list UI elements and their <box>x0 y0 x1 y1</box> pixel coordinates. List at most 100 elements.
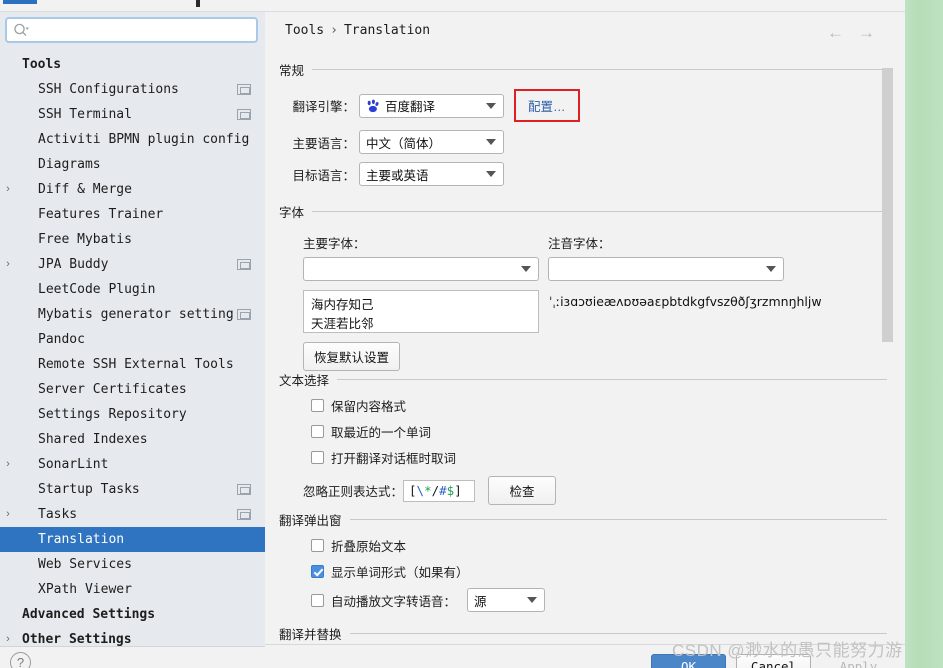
sidebar-item-features-trainer[interactable]: Features Trainer <box>0 202 265 227</box>
popup-label-1: 显示单词形式（如果有） <box>331 566 469 580</box>
target-language-value: 主要或英语 <box>366 168 429 183</box>
sidebar-item-mybatis-generator-setting[interactable]: Mybatis generator setting <box>0 302 265 327</box>
sidebar-item-settings-repository[interactable]: Settings Repository <box>0 402 265 427</box>
phonetic-font-combobox[interactable] <box>548 257 784 281</box>
sidebar-item-label: Features Trainer <box>38 207 164 222</box>
sidebar-item-free-mybatis[interactable]: Free Mybatis <box>0 227 265 252</box>
chevron-right-icon[interactable]: › <box>0 452 16 477</box>
section-general: 常规 翻译引擎： 百度翻译 配置… 主要语言： 中文（简体） 目标语言： 主要或… <box>279 60 887 186</box>
titlebar-chip <box>3 0 37 4</box>
dialog-titlebar <box>0 0 905 12</box>
text-selection-label-0: 保留内容格式 <box>331 400 407 414</box>
help-icon[interactable]: ? <box>10 652 31 668</box>
reset-defaults-button[interactable]: 恢复默认设置 <box>303 342 401 371</box>
popup-checkbox-0[interactable] <box>311 539 324 552</box>
section-divider <box>349 519 887 520</box>
section-divider <box>349 633 887 634</box>
sidebar-item-label: Translation <box>38 532 125 547</box>
chevron-down-icon <box>527 597 538 603</box>
section-replace-title: 翻译并替换 <box>279 628 342 642</box>
content-scrollbar-track[interactable] <box>882 40 899 640</box>
font-fields-row: 主要字体： 注音字体： <box>279 233 887 281</box>
chevron-right-icon[interactable]: › <box>0 252 16 277</box>
search-input[interactable] <box>30 20 256 40</box>
sidebar-item-diff-merge[interactable]: › Diff & Merge <box>0 177 265 202</box>
font-preview-line-1: 海内存知己 <box>311 298 374 312</box>
section-font-header: 字体 <box>279 202 887 221</box>
sidebar-item-tasks[interactable]: › Tasks <box>0 502 265 527</box>
sidebar-item-diagrams[interactable]: Diagrams <box>0 152 265 177</box>
navigation-arrows: ← → <box>827 24 875 41</box>
sidebar-item-label: Diff & Merge <box>38 182 132 197</box>
back-arrow-icon[interactable]: ← <box>827 24 844 41</box>
sidebar-item-shared-indexes[interactable]: Shared Indexes <box>0 427 265 452</box>
section-general-header: 常规 <box>279 60 887 79</box>
sidebar-search <box>5 17 258 43</box>
sidebar-item-leetcode-plugin[interactable]: LeetCode Plugin <box>0 277 265 302</box>
plugin-badge-icon <box>237 509 251 520</box>
sidebar-item-sonarlint[interactable]: › SonarLint <box>0 452 265 477</box>
search-box[interactable] <box>5 17 258 43</box>
text-selection-checkbox-2[interactable] <box>311 451 324 464</box>
chevron-down-icon <box>486 102 496 109</box>
sidebar-item-label: Pandoc <box>38 332 85 347</box>
popup-label-0: 折叠原始文本 <box>331 540 407 554</box>
configure-button[interactable]: 配置… <box>524 94 570 117</box>
sidebar-item-ssh-configurations[interactable]: SSH Configurations <box>0 77 265 102</box>
popup-checkbox-1[interactable] <box>311 565 324 578</box>
engine-combobox[interactable]: 百度翻译 <box>359 93 504 118</box>
sidebar-item-pandoc[interactable]: Pandoc <box>0 327 265 352</box>
popup-checkbox-2[interactable] <box>311 593 324 607</box>
regex-row: 忽略正则表达式： [\ * / # $] 检查 <box>279 476 887 505</box>
font-preview-box[interactable]: 海内存知己 天涯若比邻 <box>303 290 539 333</box>
section-text-selection-title: 文本选择 <box>279 374 330 388</box>
target-language-combobox[interactable]: 主要或英语 <box>359 162 504 186</box>
settings-tree[interactable]: Tools SSH Configurations SSH Terminal Activ… <box>0 52 265 646</box>
sidebar-item-web-services[interactable]: Web Services <box>0 552 265 577</box>
primary-font-field: 主要字体： <box>303 233 544 281</box>
settings-content-panel: Tools › Translation ← → 常规 翻译引擎： 百度翻译 配置… <box>265 12 905 646</box>
text-selection-checkbox-0[interactable] <box>311 399 324 412</box>
sidebar-item-xpath-viewer[interactable]: XPath Viewer <box>0 577 265 602</box>
sidebar-item-label: SSH Terminal <box>38 107 132 122</box>
sidebar-item-server-certificates[interactable]: Server Certificates <box>0 377 265 402</box>
sidebar-item-tools[interactable]: Tools <box>0 52 265 77</box>
forward-arrow-icon[interactable]: → <box>858 24 875 41</box>
section-popup-title: 翻译弹出窗 <box>279 514 342 528</box>
chevron-down-icon <box>766 266 776 272</box>
sidebar-item-activiti-bpmn-plugin-config[interactable]: Activiti BPMN plugin config <box>0 127 265 152</box>
primary-language-combobox[interactable]: 中文（简体） <box>359 130 504 154</box>
chevron-right-icon[interactable]: › <box>0 627 16 646</box>
sidebar-item-label: Other Settings <box>22 632 132 646</box>
breadcrumb-root[interactable]: Tools <box>285 23 324 38</box>
sidebar-item-startup-tasks[interactable]: Startup Tasks <box>0 477 265 502</box>
sidebar-item-ssh-terminal[interactable]: SSH Terminal <box>0 102 265 127</box>
plugin-badge-icon <box>237 309 251 320</box>
sidebar-item-label: Mybatis generator setting <box>38 307 234 322</box>
sidebar-item-label: Free Mybatis <box>38 232 132 247</box>
content-scrollbar-thumb[interactable] <box>882 68 893 342</box>
sidebar-item-jpa-buddy[interactable]: › JPA Buddy <box>0 252 265 277</box>
chevron-right-icon[interactable]: › <box>0 177 16 202</box>
chevron-right-icon[interactable]: › <box>0 502 16 527</box>
search-icon <box>13 23 30 38</box>
breadcrumb-current: Translation <box>343 23 431 38</box>
sidebar-item-remote-ssh-external-tools[interactable]: Remote SSH External Tools <box>0 352 265 377</box>
watermark: CSDN @渺水的愚只能努力游 <box>672 641 903 660</box>
phonetic-preview-text: ˈˌːiɜɑɔʊieæʌɒʊəaɛpbtdkgfvszθðʃʒrzmnŋhljw <box>549 294 822 309</box>
plugin-badge-icon <box>237 109 251 120</box>
sidebar-item-label: JPA Buddy <box>38 257 109 272</box>
text-selection-checkbox-1[interactable] <box>311 425 324 438</box>
chevron-down-icon <box>486 171 496 177</box>
sidebar-item-advanced-settings[interactable]: Advanced Settings <box>0 602 265 627</box>
check-button[interactable]: 检查 <box>488 476 557 505</box>
sidebar-item-label: Server Certificates <box>38 382 187 397</box>
primary-font-combobox[interactable] <box>303 257 539 281</box>
regex-input[interactable]: [\ * / # $] <box>403 479 476 502</box>
engine-label: 翻译引擎： <box>292 100 355 114</box>
sidebar-item-translation[interactable]: Translation <box>0 527 265 552</box>
sidebar-scrollbar-track[interactable] <box>251 52 261 646</box>
sidebar-item-other-settings[interactable]: › Other Settings <box>0 627 265 646</box>
tts-source-combobox[interactable]: 源 <box>467 588 546 612</box>
row-primary-language: 主要语言： 中文（简体） <box>279 130 887 154</box>
